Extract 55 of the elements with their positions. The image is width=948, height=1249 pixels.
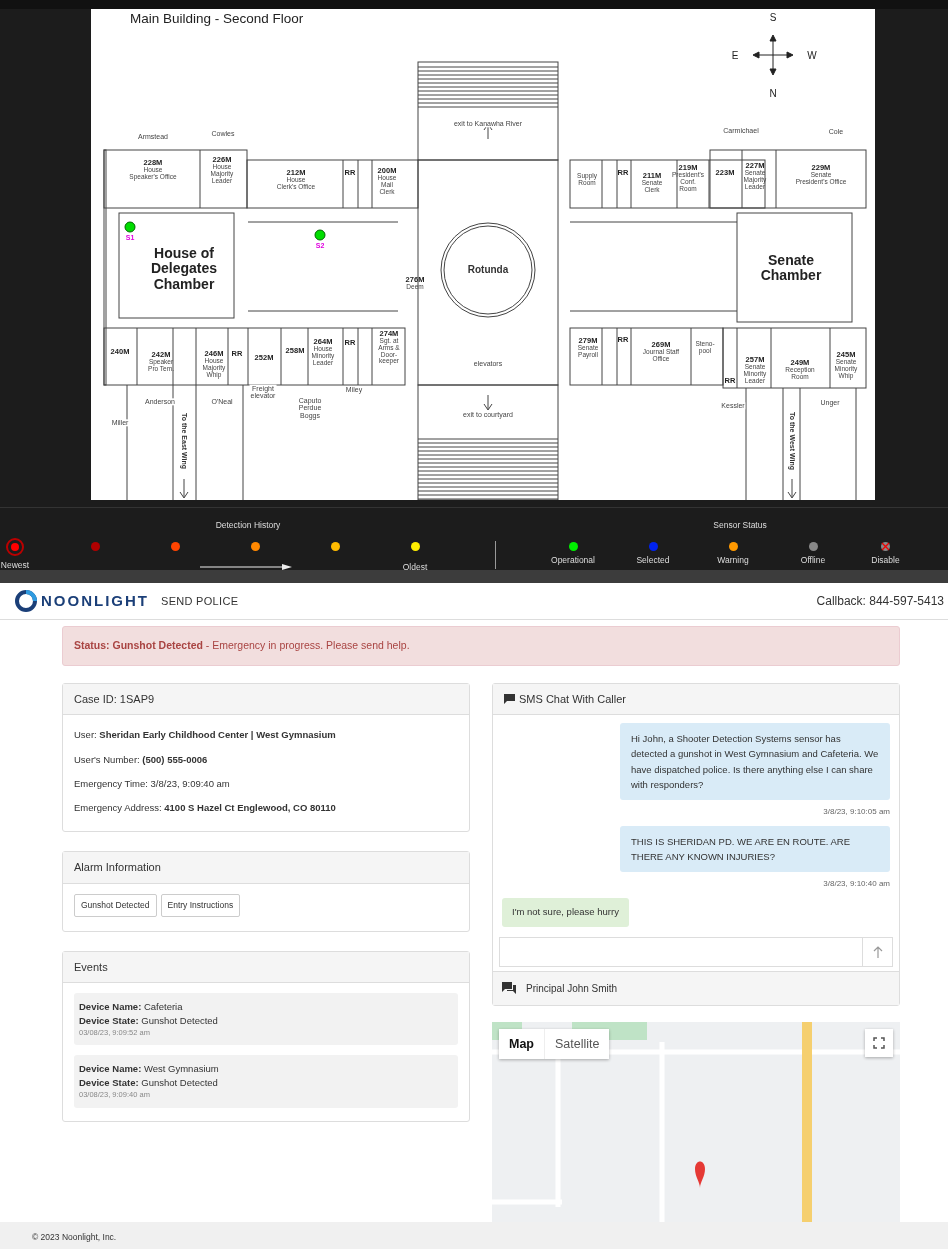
compass-icon bbox=[751, 33, 795, 77]
alarm-button[interactable]: Gunshot Detected bbox=[74, 893, 157, 917]
callback-number: Callback: 844-597-5413 bbox=[816, 593, 944, 610]
legend-label: Oldest bbox=[402, 561, 428, 574]
chamber-label: House of Delegates Chamber bbox=[150, 245, 218, 293]
chat-icon bbox=[502, 982, 516, 995]
compass-letter: W bbox=[807, 48, 817, 63]
contact-name: Principal John Smith bbox=[526, 981, 618, 996]
compass-letter: S bbox=[769, 10, 777, 25]
legend-label: Offline bbox=[800, 554, 826, 567]
case-detail: Emergency Time: 3/8/23, 9:09:40 am bbox=[74, 776, 231, 791]
event-device-state: Device State: Gunshot Detected bbox=[79, 1076, 219, 1090]
logo-icon bbox=[14, 589, 38, 613]
copyright-text: © 2023 Noonlight, Inc. bbox=[0, 1222, 948, 1249]
arrow-icon bbox=[200, 564, 292, 570]
hall-label: Rotunda bbox=[467, 264, 509, 276]
fullscreen-icon bbox=[873, 1036, 885, 1049]
message-bubble: THIS IS SHERIDAN PD. WE ARE EN ROUTE. ARE THERE ANY KNOWN INJURIES? bbox=[620, 826, 890, 873]
alarm-button[interactable]: Entry Instructions bbox=[160, 893, 241, 917]
compass-letter: E bbox=[731, 48, 739, 63]
panel-title: Case ID: 1SAP9 bbox=[63, 683, 469, 716]
sensor-marker[interactable] bbox=[124, 221, 136, 233]
fullscreen-button[interactable] bbox=[865, 1028, 893, 1057]
legend-label: Disable bbox=[871, 554, 900, 567]
case-detail: User: Sheridan Early Childhood Center | West Gymnasium bbox=[74, 728, 337, 743]
legend-title: Sensor Status bbox=[713, 519, 767, 532]
chat-icon bbox=[504, 694, 515, 704]
case-detail: Emergency Address: 4100 S Hazel Ct Englewood, CO 80110 bbox=[74, 801, 337, 815]
map-type-tab[interactable]: Satellite bbox=[544, 1028, 610, 1060]
legend-label: Newest bbox=[0, 559, 30, 572]
floor-plan-title: Main Building - Second Floor bbox=[130, 10, 304, 28]
case-detail: User's Number: (500) 555-0006 bbox=[74, 752, 209, 767]
message-bubble: I'm not sure, please hurry bbox=[502, 898, 629, 927]
event-device-name: Device Name: Cafeteria bbox=[79, 1000, 184, 1014]
legend-label: Selected bbox=[636, 554, 670, 567]
message-bubble: Hi John, a Shooter Detection Systems sensor has detected a gunshot in West Gymnasium and Cafeteria. We have dispatched police. Is there anything else I can share with responders? bbox=[620, 723, 890, 800]
message-time: 3/8/23, 9:10:40 am bbox=[822, 878, 890, 891]
section-title: SEND POLICE bbox=[161, 593, 239, 609]
event-device-state: Device State: Gunshot Detected bbox=[79, 1013, 219, 1028]
message-input[interactable] bbox=[499, 936, 863, 967]
send-icon bbox=[872, 945, 883, 958]
chamber-label: Senate Chamber bbox=[760, 252, 822, 284]
panel-title: Alarm Information bbox=[63, 852, 469, 884]
panel-title: SMS Chat With Caller bbox=[519, 691, 626, 707]
compass-letter: N bbox=[769, 86, 777, 101]
map-type-tab[interactable]: Map bbox=[499, 1028, 544, 1060]
event-device-name: Device Name: West Gymnasium bbox=[79, 1062, 220, 1077]
legend-label: Operational bbox=[551, 554, 595, 567]
panel-title: Events bbox=[63, 951, 469, 983]
status-alert: Status: Gunshot Detected - Emergency in progress. Please send help. bbox=[62, 626, 900, 666]
legend-label: Warning bbox=[717, 554, 749, 567]
sensor-marker[interactable] bbox=[314, 229, 326, 241]
message-time: 3/8/23, 9:10:05 am bbox=[822, 806, 890, 818]
legend-title: Detection History bbox=[215, 519, 281, 532]
brand-name: NOONLIGHT bbox=[41, 590, 149, 611]
